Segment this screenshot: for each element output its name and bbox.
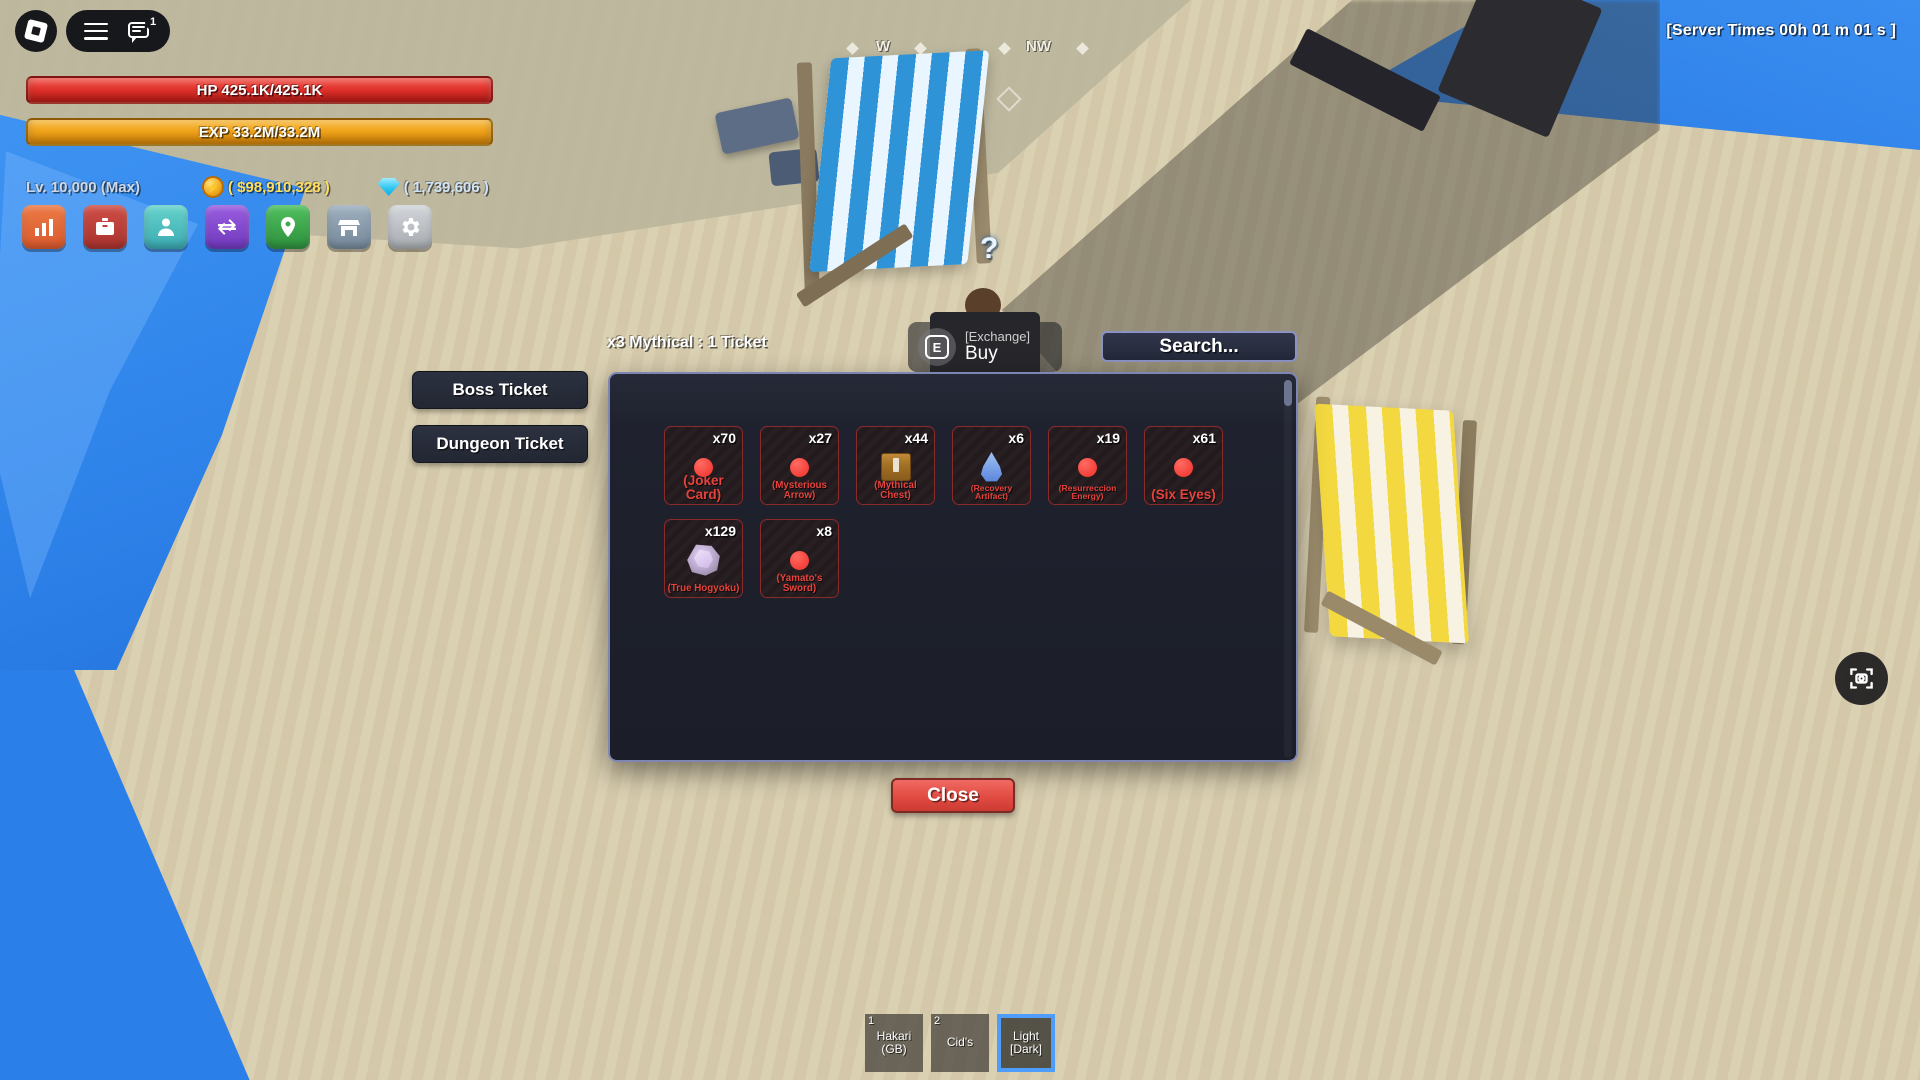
hotbar-slot-label: Light [Dark]	[1009, 1028, 1042, 1056]
health-bar: HP 425.1K/425.1K	[26, 76, 493, 104]
hotbar-slot-number: 2	[934, 1015, 941, 1027]
item-grid: x70 (Joker Card) x27 (Mysterious Arrow) x44 (…	[664, 426, 1264, 598]
item-count: x70	[712, 430, 736, 446]
inventory-button[interactable]	[83, 205, 127, 249]
storefront-icon	[338, 220, 360, 236]
person-icon	[158, 218, 174, 236]
cash-amount-label: ( $98,910,328 )	[227, 178, 330, 196]
item-thumbnail	[1145, 453, 1222, 481]
trade-button[interactable]	[205, 205, 249, 249]
hotbar-slot[interactable]: Light [Dark]	[997, 1014, 1055, 1072]
red-orb-icon	[790, 457, 809, 477]
blue-droplet-icon	[980, 452, 1003, 482]
map-button[interactable]	[266, 205, 310, 249]
stats-button[interactable]	[22, 205, 66, 249]
quest-question-mark-icon: ?	[980, 232, 999, 265]
item-count: x61	[1192, 430, 1216, 446]
player-level-label: Lv. 10,000 (Max)	[26, 178, 140, 196]
prompt-title: [Exchange]	[965, 329, 1031, 345]
chest-icon	[880, 453, 911, 481]
npc-interaction-prompt[interactable]: E [Exchange] Buy	[908, 322, 1062, 372]
exchange-inventory-panel: x70 (Joker Card) x27 (Mysterious Arrow) x44 (…	[608, 372, 1298, 762]
briefcase-icon	[96, 218, 114, 235]
keybind-circle: E	[918, 328, 956, 366]
item-label: (Mythical Chest)	[874, 480, 917, 502]
red-orb-icon	[1174, 457, 1193, 477]
exchange-rate-label: x3 Mythical : 1 Ticket	[607, 334, 767, 351]
item-count: x8	[816, 523, 832, 539]
dungeon-ticket-button[interactable]: Dungeon Ticket	[412, 425, 588, 463]
panel-scrollbar-track[interactable]	[1284, 380, 1292, 758]
prompt-action: Buy	[965, 342, 998, 364]
item-label: (True Hogyoku)	[667, 583, 740, 595]
item-label: (Resurreccion Energy)	[1058, 482, 1117, 502]
item-count: x27	[808, 430, 832, 446]
item-thumbnail	[761, 546, 838, 574]
item-label: (Joker Card)	[683, 473, 724, 502]
settings-button[interactable]	[388, 205, 432, 249]
roblox-top-bar: 1	[66, 10, 170, 52]
red-orb-icon	[790, 550, 809, 570]
hotbar-slot[interactable]: 2 Cid's	[931, 1014, 989, 1072]
server-time-label: [Server Times 00h 01 m 01 s ]	[1666, 22, 1896, 39]
character-button[interactable]	[144, 205, 188, 249]
item-card[interactable]: x6 (Recovery Artifact)	[952, 426, 1031, 505]
item-label: (Mysterious Arrow)	[772, 480, 827, 502]
shop-button[interactable]	[327, 205, 371, 249]
map-pin-icon	[281, 217, 295, 237]
item-card[interactable]: x19 (Resurreccion Energy)	[1048, 426, 1127, 505]
hud-icon-button-row	[22, 205, 432, 249]
item-thumbnail	[857, 453, 934, 481]
item-card[interactable]: x129 (True Hogyoku)	[664, 519, 743, 598]
yellow-beach-chair	[1276, 389, 1534, 692]
item-thumbnail	[761, 453, 838, 481]
item-card[interactable]: x70 (Joker Card)	[664, 426, 743, 505]
chat-unread-badge: 1	[145, 14, 161, 30]
keybind-e-key: E	[925, 335, 949, 359]
hotbar-slot-label: Hakari (GB)	[876, 1028, 912, 1056]
boss-ticket-button[interactable]: Boss Ticket	[412, 371, 588, 409]
item-card[interactable]: x27 (Mysterious Arrow)	[760, 426, 839, 505]
item-label: (Recovery Artifact)	[970, 482, 1013, 502]
hotbar-slot[interactable]: 1 Hakari (GB)	[865, 1014, 923, 1072]
screenshot-button[interactable]	[1835, 652, 1888, 705]
gem-icon	[377, 178, 400, 196]
search-input[interactable]: Search...	[1101, 331, 1297, 362]
roblox-logo-icon[interactable]	[15, 10, 57, 52]
red-orb-icon	[1078, 457, 1097, 477]
gear-icon	[402, 218, 420, 236]
item-count: x19	[1096, 430, 1120, 446]
menu-hamburger-icon[interactable]	[84, 22, 108, 40]
item-thumbnail	[1049, 453, 1126, 481]
item-label: (Six Eyes)	[1151, 486, 1216, 502]
camera-capture-icon	[1850, 668, 1873, 689]
item-card[interactable]: x61 (Six Eyes)	[1144, 426, 1223, 505]
item-label: (Yamato's Sword)	[776, 573, 823, 595]
item-thumbnail	[953, 452, 1030, 482]
item-count: x6	[1008, 430, 1024, 446]
item-card[interactable]: x44 (Mythical Chest)	[856, 426, 935, 505]
purple-gem-icon	[687, 544, 720, 576]
hotbar-slot-label: Cid's	[946, 1035, 974, 1050]
chat-icon[interactable]: 1	[128, 14, 161, 43]
hotbar: 1 Hakari (GB) 2 Cid's Light [Dark]	[865, 1014, 1055, 1072]
panel-scrollbar-thumb[interactable]	[1284, 380, 1292, 406]
swap-arrows-icon	[218, 219, 236, 235]
item-thumbnail	[665, 544, 742, 576]
close-button[interactable]: Close	[891, 778, 1015, 813]
player-stats-row: Lv. 10,000 (Max) ( $98,910,328 ) ( 1,739…	[26, 174, 489, 200]
hotbar-slot-number: 1	[868, 1015, 875, 1027]
bar-chart-icon	[35, 219, 53, 236]
item-card[interactable]: x8 (Yamato's Sword)	[760, 519, 839, 598]
item-count: x129	[704, 523, 736, 539]
coin-icon	[201, 176, 224, 198]
experience-bar: EXP 33.2M/33.2M	[26, 118, 493, 146]
item-count: x44	[904, 430, 928, 446]
gem-amount-label: ( 1,739,606 )	[403, 178, 489, 196]
